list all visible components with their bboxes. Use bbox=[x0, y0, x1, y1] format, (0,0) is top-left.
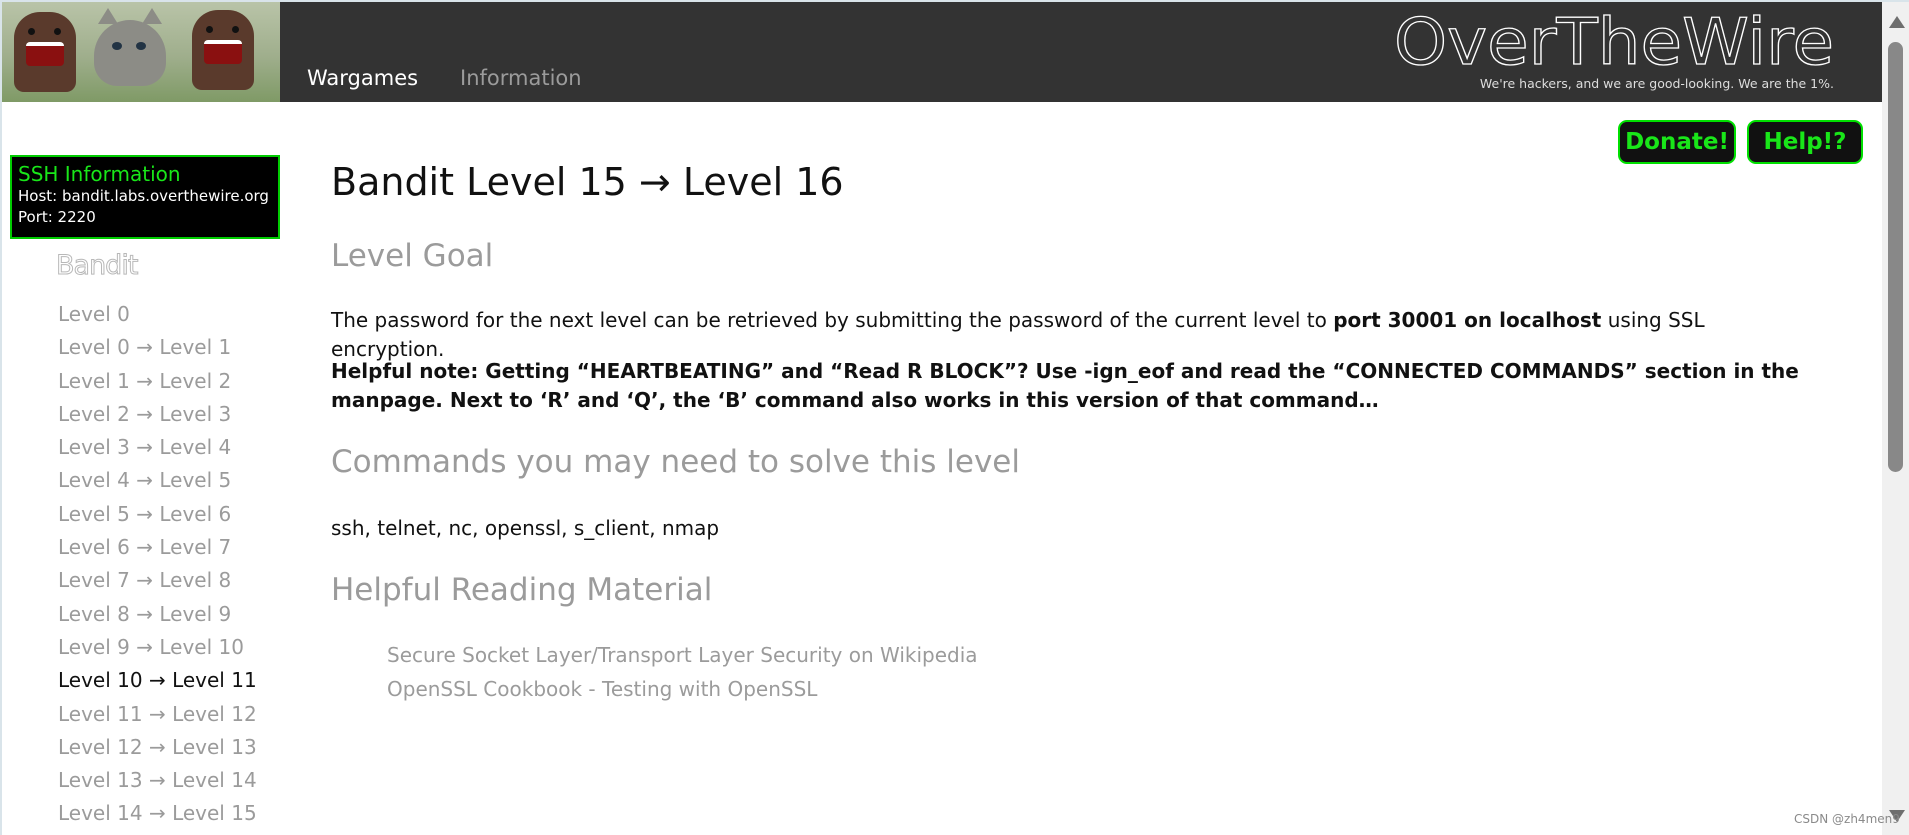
sidebar-level-link[interactable]: Level 5 → Level 6 bbox=[58, 498, 257, 531]
ssh-host: Host: bandit.labs.overthewire.org bbox=[18, 187, 269, 205]
domo-figure-right bbox=[192, 10, 254, 90]
sidebar-level-link[interactable]: Level 11 → Level 12 bbox=[58, 698, 257, 731]
reading-link-openssl-cookbook[interactable]: OpenSSL Cookbook - Testing with OpenSSL bbox=[387, 677, 817, 701]
level-goal-text: The password for the next level can be r… bbox=[331, 306, 1821, 364]
kitten-figure bbox=[94, 8, 166, 86]
level-goal-heading: Level Goal bbox=[331, 238, 494, 274]
scroll-thumb[interactable] bbox=[1888, 42, 1903, 472]
commands-heading: Commands you may need to solve this leve… bbox=[331, 444, 1020, 480]
scroll-up-arrow-icon[interactable] bbox=[1889, 16, 1905, 28]
page-title: Bandit Level 15 → Level 16 bbox=[331, 160, 844, 204]
domo-figure-left bbox=[14, 12, 76, 92]
site-header: Wargames Information OverTheWire We're h… bbox=[2, 2, 1882, 102]
ssh-port: Port: 2220 bbox=[18, 208, 96, 226]
ssh-title: SSH Information bbox=[18, 162, 181, 186]
ssh-information-box: SSH Information Host: bandit.labs.overth… bbox=[10, 155, 280, 239]
sidebar-level-link[interactable]: Level 1 → Level 2 bbox=[58, 365, 257, 398]
level-list: Level 0 Level 0 → Level 1 Level 1 → Level … bbox=[58, 298, 257, 831]
vertical-scrollbar[interactable] bbox=[1882, 2, 1909, 835]
browser-page: Wargames Information OverTheWire We're h… bbox=[2, 2, 1882, 835]
goal-text-pre: The password for the next level can be r… bbox=[331, 308, 1334, 332]
svg-text:OverTheWire: OverTheWire bbox=[1394, 10, 1834, 76]
sidebar-level-link[interactable]: Level 3 → Level 4 bbox=[58, 431, 257, 464]
reading-heading: Helpful Reading Material bbox=[331, 572, 713, 608]
watermark-text: CSDN @zh4men9 bbox=[1794, 812, 1900, 826]
nav-wargames[interactable]: Wargames bbox=[307, 66, 418, 90]
sidebar-level-link[interactable]: Level 4 → Level 5 bbox=[58, 464, 257, 497]
nav-information[interactable]: Information bbox=[460, 66, 582, 90]
helpful-note: Helpful note: Getting “HEARTBEATING” and… bbox=[331, 359, 1799, 412]
sidebar-level-link[interactable]: Level 8 → Level 9 bbox=[58, 598, 257, 631]
sidebar-level-link[interactable]: Level 0 bbox=[58, 298, 257, 331]
donate-button[interactable]: Donate! bbox=[1618, 120, 1736, 164]
sidebar-level-link[interactable]: Level 2 → Level 3 bbox=[58, 398, 257, 431]
commands-list: ssh, telnet, nc, openssl, s_client, nmap bbox=[331, 516, 720, 540]
site-tagline: We're hackers, and we are good-looking. … bbox=[1479, 76, 1834, 91]
sidebar-level-link[interactable]: Level 14 → Level 15 bbox=[58, 797, 257, 830]
overthewire-logo[interactable]: OverTheWire bbox=[1394, 10, 1834, 76]
sidebar-level-link[interactable]: Level 6 → Level 7 bbox=[58, 531, 257, 564]
sidebar-level-link[interactable]: Level 9 → Level 10 bbox=[58, 631, 257, 664]
sidebar-level-link[interactable]: Level 0 → Level 1 bbox=[58, 331, 257, 364]
sidebar-level-link[interactable]: Level 12 → Level 13 bbox=[58, 731, 257, 764]
sidebar-level-link[interactable]: Level 7 → Level 8 bbox=[58, 564, 257, 597]
help-button[interactable]: Help!? bbox=[1747, 120, 1863, 164]
banner-image bbox=[2, 2, 280, 102]
bandit-logo[interactable]: Bandit bbox=[55, 250, 138, 282]
goal-text-bold: port 30001 on localhost bbox=[1333, 308, 1602, 332]
reading-link-ssl-tls[interactable]: Secure Socket Layer/Transport Layer Secu… bbox=[387, 643, 978, 667]
sidebar-level-link[interactable]: Level 10 → Level 11 bbox=[58, 664, 257, 697]
sidebar-level-link[interactable]: Level 13 → Level 14 bbox=[58, 764, 257, 797]
